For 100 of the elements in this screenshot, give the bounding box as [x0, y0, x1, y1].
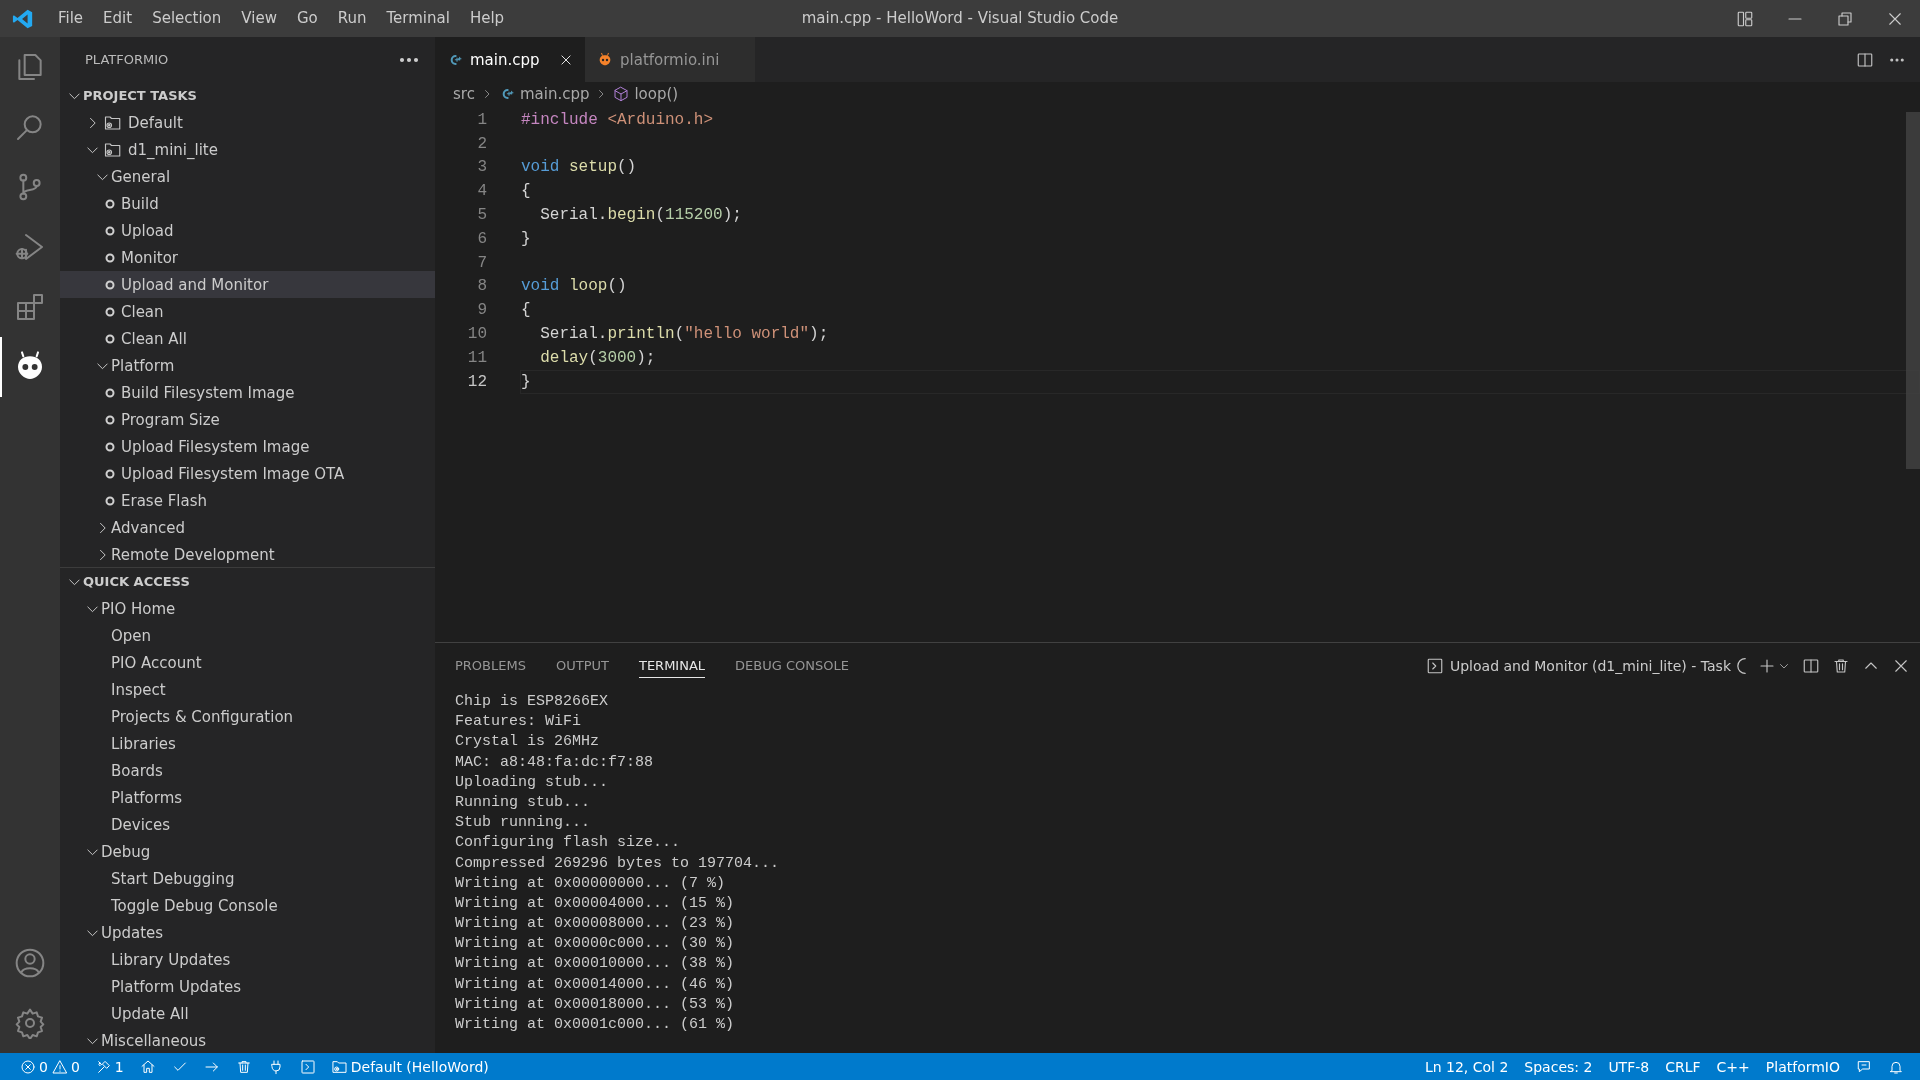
status-item[interactable]: Default (HelloWord): [323, 1053, 497, 1080]
code-line: Serial.begin(115200);: [540, 206, 742, 225]
menu-item[interactable]: Run: [327, 0, 377, 37]
terminal-line: Crystal is 26MHz: [455, 732, 601, 753]
tools-icon: [95, 1058, 112, 1075]
circle-icon: [104, 467, 116, 480]
terminal-icon: [1425, 656, 1444, 675]
circle-icon: [104, 332, 116, 345]
status-item[interactable]: PlatformIO: [1757, 1053, 1848, 1080]
tree-item[interactable]: Clean: [60, 298, 435, 325]
split-editor-icon[interactable]: [1856, 50, 1874, 69]
status-item[interactable]: 0: [47, 1053, 88, 1080]
scrollbar-thumb[interactable]: [1906, 112, 1920, 469]
account-icon[interactable]: [14, 947, 46, 979]
folder-icon: [103, 140, 123, 159]
panel-tab[interactable]: TERMINAL: [638, 653, 706, 678]
status-item[interactable]: C++: [1708, 1053, 1758, 1080]
close-icon[interactable]: [559, 52, 573, 67]
tree-item[interactable]: General: [60, 163, 435, 190]
code-token: loop: [569, 277, 608, 296]
tree-item[interactable]: Library Updates: [60, 946, 435, 973]
menu-item[interactable]: Help: [459, 0, 515, 37]
menu-item[interactable]: Selection: [142, 0, 232, 37]
tree-item[interactable]: Remote Development: [60, 541, 435, 567]
status-item[interactable]: UTF-8: [1600, 1053, 1658, 1080]
code-editor[interactable]: 1 #include <Arduino.h> 2 3 void setup() 4 { 5 Serial.begin(115200); 6 } 7 8 void loop() 9 { 10 Serial.println("hello world"); 11 delay(3000); 12 }: [435, 106, 1920, 642]
tree-item[interactable]: Update All: [60, 1000, 435, 1027]
tree-item[interactable]: Boards: [60, 757, 435, 784]
circle-icon: [104, 278, 116, 291]
tree-item[interactable]: Platform Updates: [60, 973, 435, 1000]
run-debug-icon[interactable]: [14, 231, 46, 263]
tree-item[interactable]: PIO Account: [60, 649, 435, 676]
status-item[interactable]: CRLF: [1657, 1053, 1709, 1080]
editor-tab[interactable]: main.cpp: [435, 37, 585, 82]
breadcrumb-item[interactable]: main.cpp: [498, 85, 590, 103]
restore-icon[interactable]: [1836, 9, 1854, 28]
menu-item[interactable]: View: [231, 0, 287, 37]
extensions-icon[interactable]: [14, 291, 46, 323]
tree-item[interactable]: Platforms: [60, 784, 435, 811]
section-header[interactable]: QUICK ACCESS: [60, 568, 435, 595]
tree-item[interactable]: Build: [60, 190, 435, 217]
tree-item[interactable]: Advanced: [60, 514, 435, 541]
tree-item[interactable]: Erase Flash: [60, 487, 435, 514]
menu-item[interactable]: File: [48, 0, 94, 37]
tree-item[interactable]: Inspect: [60, 676, 435, 703]
tree-item[interactable]: Debug: [60, 838, 435, 865]
split-terminal-icon[interactable]: [1802, 656, 1820, 675]
terminal-line: Writing at 0x00004000... (15 %): [455, 893, 736, 914]
terminal-line: Writing at 0x0001c000... (61 %): [455, 1015, 736, 1035]
tree-item[interactable]: Toggle Debug Console: [60, 892, 435, 919]
tree-item[interactable]: Upload Filesystem Image OTA: [60, 460, 435, 487]
tree-item[interactable]: Program Size: [60, 406, 435, 433]
line-number: 3: [476, 158, 487, 177]
tree-item[interactable]: Clean All: [60, 325, 435, 352]
spinner-icon: [1737, 656, 1746, 675]
menu-item[interactable]: Go: [286, 0, 328, 37]
line-number: 11: [466, 348, 487, 367]
status-item[interactable]: Ln 12, Col 2: [1416, 1053, 1517, 1080]
tree-item[interactable]: Miscellaneous: [60, 1027, 435, 1053]
editor-tab[interactable]: platformio.ini: [585, 37, 755, 82]
warning-icon: [51, 1058, 68, 1075]
panel-tab[interactable]: OUTPUT: [555, 653, 609, 678]
code-line: }: [521, 229, 531, 248]
tree-item[interactable]: Projects & Configuration: [60, 703, 435, 730]
home-icon: [139, 1058, 156, 1075]
tree-item[interactable]: Build Filesystem Image: [60, 379, 435, 406]
status-item[interactable]: Spaces: 2: [1516, 1053, 1601, 1080]
terminal-name[interactable]: Upload and Monitor (d1_mini_lite) - Task: [1449, 657, 1731, 674]
breadcrumb-item[interactable]: loop(): [613, 85, 679, 103]
terminal-line: MAC: a8:48:fa:dc:f7:88: [455, 752, 655, 773]
section-header[interactable]: PROJECT TASKS: [60, 82, 435, 109]
tree-item[interactable]: Libraries: [60, 730, 435, 757]
feedback-icon: [1856, 1058, 1872, 1075]
code-line: }: [521, 372, 531, 391]
layout-icon[interactable]: [1736, 9, 1754, 28]
tree-item[interactable]: Platform: [60, 352, 435, 379]
status-item[interactable]: 0: [12, 1053, 48, 1080]
tree-item[interactable]: Devices: [60, 811, 435, 838]
settings-icon[interactable]: [14, 1007, 46, 1039]
tree-item[interactable]: Default: [60, 109, 435, 136]
line-number: 2: [476, 134, 487, 153]
tree-item[interactable]: Upload: [60, 217, 435, 244]
status-item[interactable]: 1: [87, 1053, 132, 1080]
tree-item[interactable]: Monitor: [60, 244, 435, 271]
panel-tab[interactable]: PROBLEMS: [455, 653, 526, 678]
tree-item[interactable]: Start Debugging: [60, 865, 435, 892]
tree-item[interactable]: PIO Home: [60, 595, 435, 622]
tree-item[interactable]: Updates: [60, 919, 435, 946]
tree-item[interactable]: Open: [60, 622, 435, 649]
breadcrumb-item[interactable]: src: [453, 85, 475, 103]
menu-item[interactable]: Edit: [93, 0, 143, 37]
tree-item[interactable]: d1_mini_lite: [60, 136, 435, 163]
tree-item[interactable]: Upload and Monitor: [60, 271, 435, 298]
folder-icon: [103, 113, 123, 132]
trash-icon[interactable]: [1832, 656, 1850, 675]
menu-item[interactable]: Terminal: [376, 0, 460, 37]
tree-item[interactable]: Upload Filesystem Image: [60, 433, 435, 460]
more-icon[interactable]: [399, 56, 419, 63]
terminal-line: Writing at 0x0000c000... (30 %): [455, 934, 736, 955]
panel-tab[interactable]: DEBUG CONSOLE: [735, 653, 849, 678]
